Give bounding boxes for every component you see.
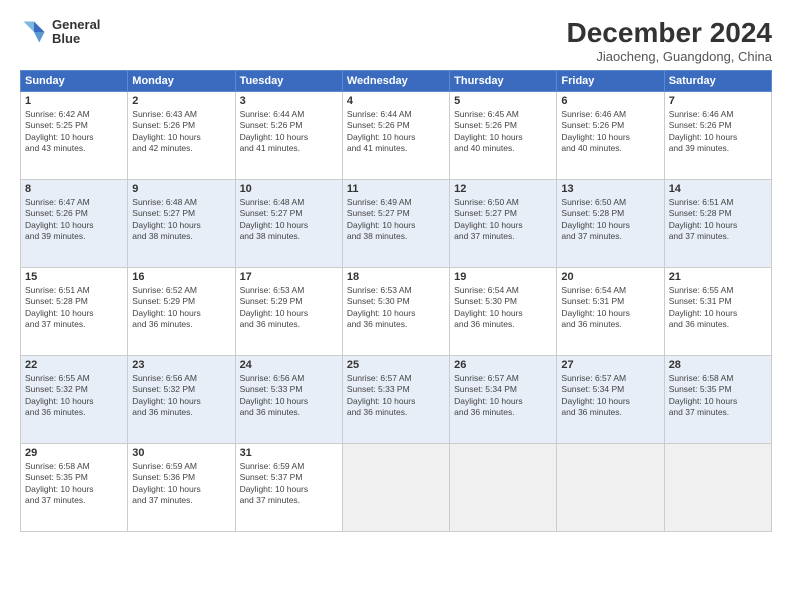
page: General Blue December 2024 Jiaocheng, Gu… — [0, 0, 792, 612]
weekday-header-row: Sunday Monday Tuesday Wednesday Thursday… — [21, 70, 772, 91]
table-row: 24 Sunrise: 6:56 AMSunset: 5:33 PMDaylig… — [235, 355, 342, 443]
month-title: December 2024 — [567, 18, 772, 49]
table-row: 3 Sunrise: 6:44 AMSunset: 5:26 PMDayligh… — [235, 91, 342, 179]
table-row: 13 Sunrise: 6:50 AMSunset: 5:28 PMDaylig… — [557, 179, 664, 267]
table-row: 31 Sunrise: 6:59 AMSunset: 5:37 PMDaylig… — [235, 443, 342, 531]
table-row: 26 Sunrise: 6:57 AMSunset: 5:34 PMDaylig… — [450, 355, 557, 443]
table-row: 18 Sunrise: 6:53 AMSunset: 5:30 PMDaylig… — [342, 267, 449, 355]
location: Jiaocheng, Guangdong, China — [567, 49, 772, 64]
table-row: 15 Sunrise: 6:51 AMSunset: 5:28 PMDaylig… — [21, 267, 128, 355]
table-row: 23 Sunrise: 6:56 AMSunset: 5:32 PMDaylig… — [128, 355, 235, 443]
calendar-row: 1 Sunrise: 6:42 AMSunset: 5:25 PMDayligh… — [21, 91, 772, 179]
table-row: 29 Sunrise: 6:58 AMSunset: 5:35 PMDaylig… — [21, 443, 128, 531]
table-row: 17 Sunrise: 6:53 AMSunset: 5:29 PMDaylig… — [235, 267, 342, 355]
table-row: 4 Sunrise: 6:44 AMSunset: 5:26 PMDayligh… — [342, 91, 449, 179]
calendar-row: 29 Sunrise: 6:58 AMSunset: 5:35 PMDaylig… — [21, 443, 772, 531]
table-row: 25 Sunrise: 6:57 AMSunset: 5:33 PMDaylig… — [342, 355, 449, 443]
logo-text: General Blue — [52, 18, 100, 47]
logo-icon — [20, 18, 48, 46]
header-tuesday: Tuesday — [235, 70, 342, 91]
table-row: 12 Sunrise: 6:50 AMSunset: 5:27 PMDaylig… — [450, 179, 557, 267]
table-row: 27 Sunrise: 6:57 AMSunset: 5:34 PMDaylig… — [557, 355, 664, 443]
table-row: 30 Sunrise: 6:59 AMSunset: 5:36 PMDaylig… — [128, 443, 235, 531]
calendar-table: Sunday Monday Tuesday Wednesday Thursday… — [20, 70, 772, 532]
table-row: 16 Sunrise: 6:52 AMSunset: 5:29 PMDaylig… — [128, 267, 235, 355]
table-row: 2 Sunrise: 6:43 AMSunset: 5:26 PMDayligh… — [128, 91, 235, 179]
table-row — [664, 443, 771, 531]
table-row: 8 Sunrise: 6:47 AMSunset: 5:26 PMDayligh… — [21, 179, 128, 267]
table-row — [342, 443, 449, 531]
table-row: 5 Sunrise: 6:45 AMSunset: 5:26 PMDayligh… — [450, 91, 557, 179]
table-row: 28 Sunrise: 6:58 AMSunset: 5:35 PMDaylig… — [664, 355, 771, 443]
table-row: 14 Sunrise: 6:51 AMSunset: 5:28 PMDaylig… — [664, 179, 771, 267]
header-sunday: Sunday — [21, 70, 128, 91]
header: General Blue December 2024 Jiaocheng, Gu… — [20, 18, 772, 64]
calendar-row: 8 Sunrise: 6:47 AMSunset: 5:26 PMDayligh… — [21, 179, 772, 267]
header-saturday: Saturday — [664, 70, 771, 91]
logo: General Blue — [20, 18, 100, 47]
table-row: 10 Sunrise: 6:48 AMSunset: 5:27 PMDaylig… — [235, 179, 342, 267]
table-row: 11 Sunrise: 6:49 AMSunset: 5:27 PMDaylig… — [342, 179, 449, 267]
table-row: 6 Sunrise: 6:46 AMSunset: 5:26 PMDayligh… — [557, 91, 664, 179]
header-thursday: Thursday — [450, 70, 557, 91]
table-row: 9 Sunrise: 6:48 AMSunset: 5:27 PMDayligh… — [128, 179, 235, 267]
table-row — [450, 443, 557, 531]
calendar-row: 22 Sunrise: 6:55 AMSunset: 5:32 PMDaylig… — [21, 355, 772, 443]
title-block: December 2024 Jiaocheng, Guangdong, Chin… — [567, 18, 772, 64]
header-monday: Monday — [128, 70, 235, 91]
header-wednesday: Wednesday — [342, 70, 449, 91]
calendar-row: 15 Sunrise: 6:51 AMSunset: 5:28 PMDaylig… — [21, 267, 772, 355]
table-row: 22 Sunrise: 6:55 AMSunset: 5:32 PMDaylig… — [21, 355, 128, 443]
table-row: 19 Sunrise: 6:54 AMSunset: 5:30 PMDaylig… — [450, 267, 557, 355]
table-row: 7 Sunrise: 6:46 AMSunset: 5:26 PMDayligh… — [664, 91, 771, 179]
table-row: 20 Sunrise: 6:54 AMSunset: 5:31 PMDaylig… — [557, 267, 664, 355]
table-row: 1 Sunrise: 6:42 AMSunset: 5:25 PMDayligh… — [21, 91, 128, 179]
table-row: 21 Sunrise: 6:55 AMSunset: 5:31 PMDaylig… — [664, 267, 771, 355]
table-row — [557, 443, 664, 531]
header-friday: Friday — [557, 70, 664, 91]
